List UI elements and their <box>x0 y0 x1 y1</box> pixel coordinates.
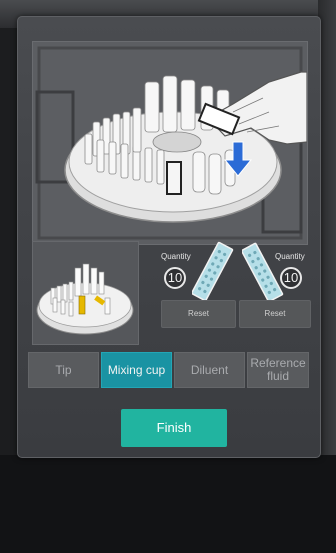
tab-diluent[interactable]: Diluent <box>174 352 245 388</box>
tip-strip-icon <box>242 242 284 303</box>
left-quantity-value: 10 <box>164 267 186 289</box>
instruction-image <box>32 41 308 245</box>
tab-mixing-cup[interactable]: Mixing cup <box>101 352 172 388</box>
carousel-thumbnail <box>32 241 139 345</box>
hand-inserting-strip-into-carousel-icon <box>33 42 307 244</box>
right-quantity-label: Quantity <box>275 252 305 261</box>
carousel-thumbnail-icon <box>33 242 138 344</box>
tab-reference-fluid[interactable]: Reference fluid <box>247 352 309 388</box>
left-quantity-label: Quantity <box>161 252 191 261</box>
tip-strip-icon <box>192 241 234 302</box>
loading-dialog: Quantity 10 Reset Quantity 10 Reset Tip … <box>17 16 321 458</box>
window-bottom-area <box>0 455 336 553</box>
left-reset-button[interactable]: Reset <box>161 300 236 328</box>
tab-tip[interactable]: Tip <box>28 352 99 388</box>
right-quantity-value: 10 <box>280 267 302 289</box>
right-reset-button[interactable]: Reset <box>239 300 311 328</box>
finish-button[interactable]: Finish <box>121 409 227 447</box>
